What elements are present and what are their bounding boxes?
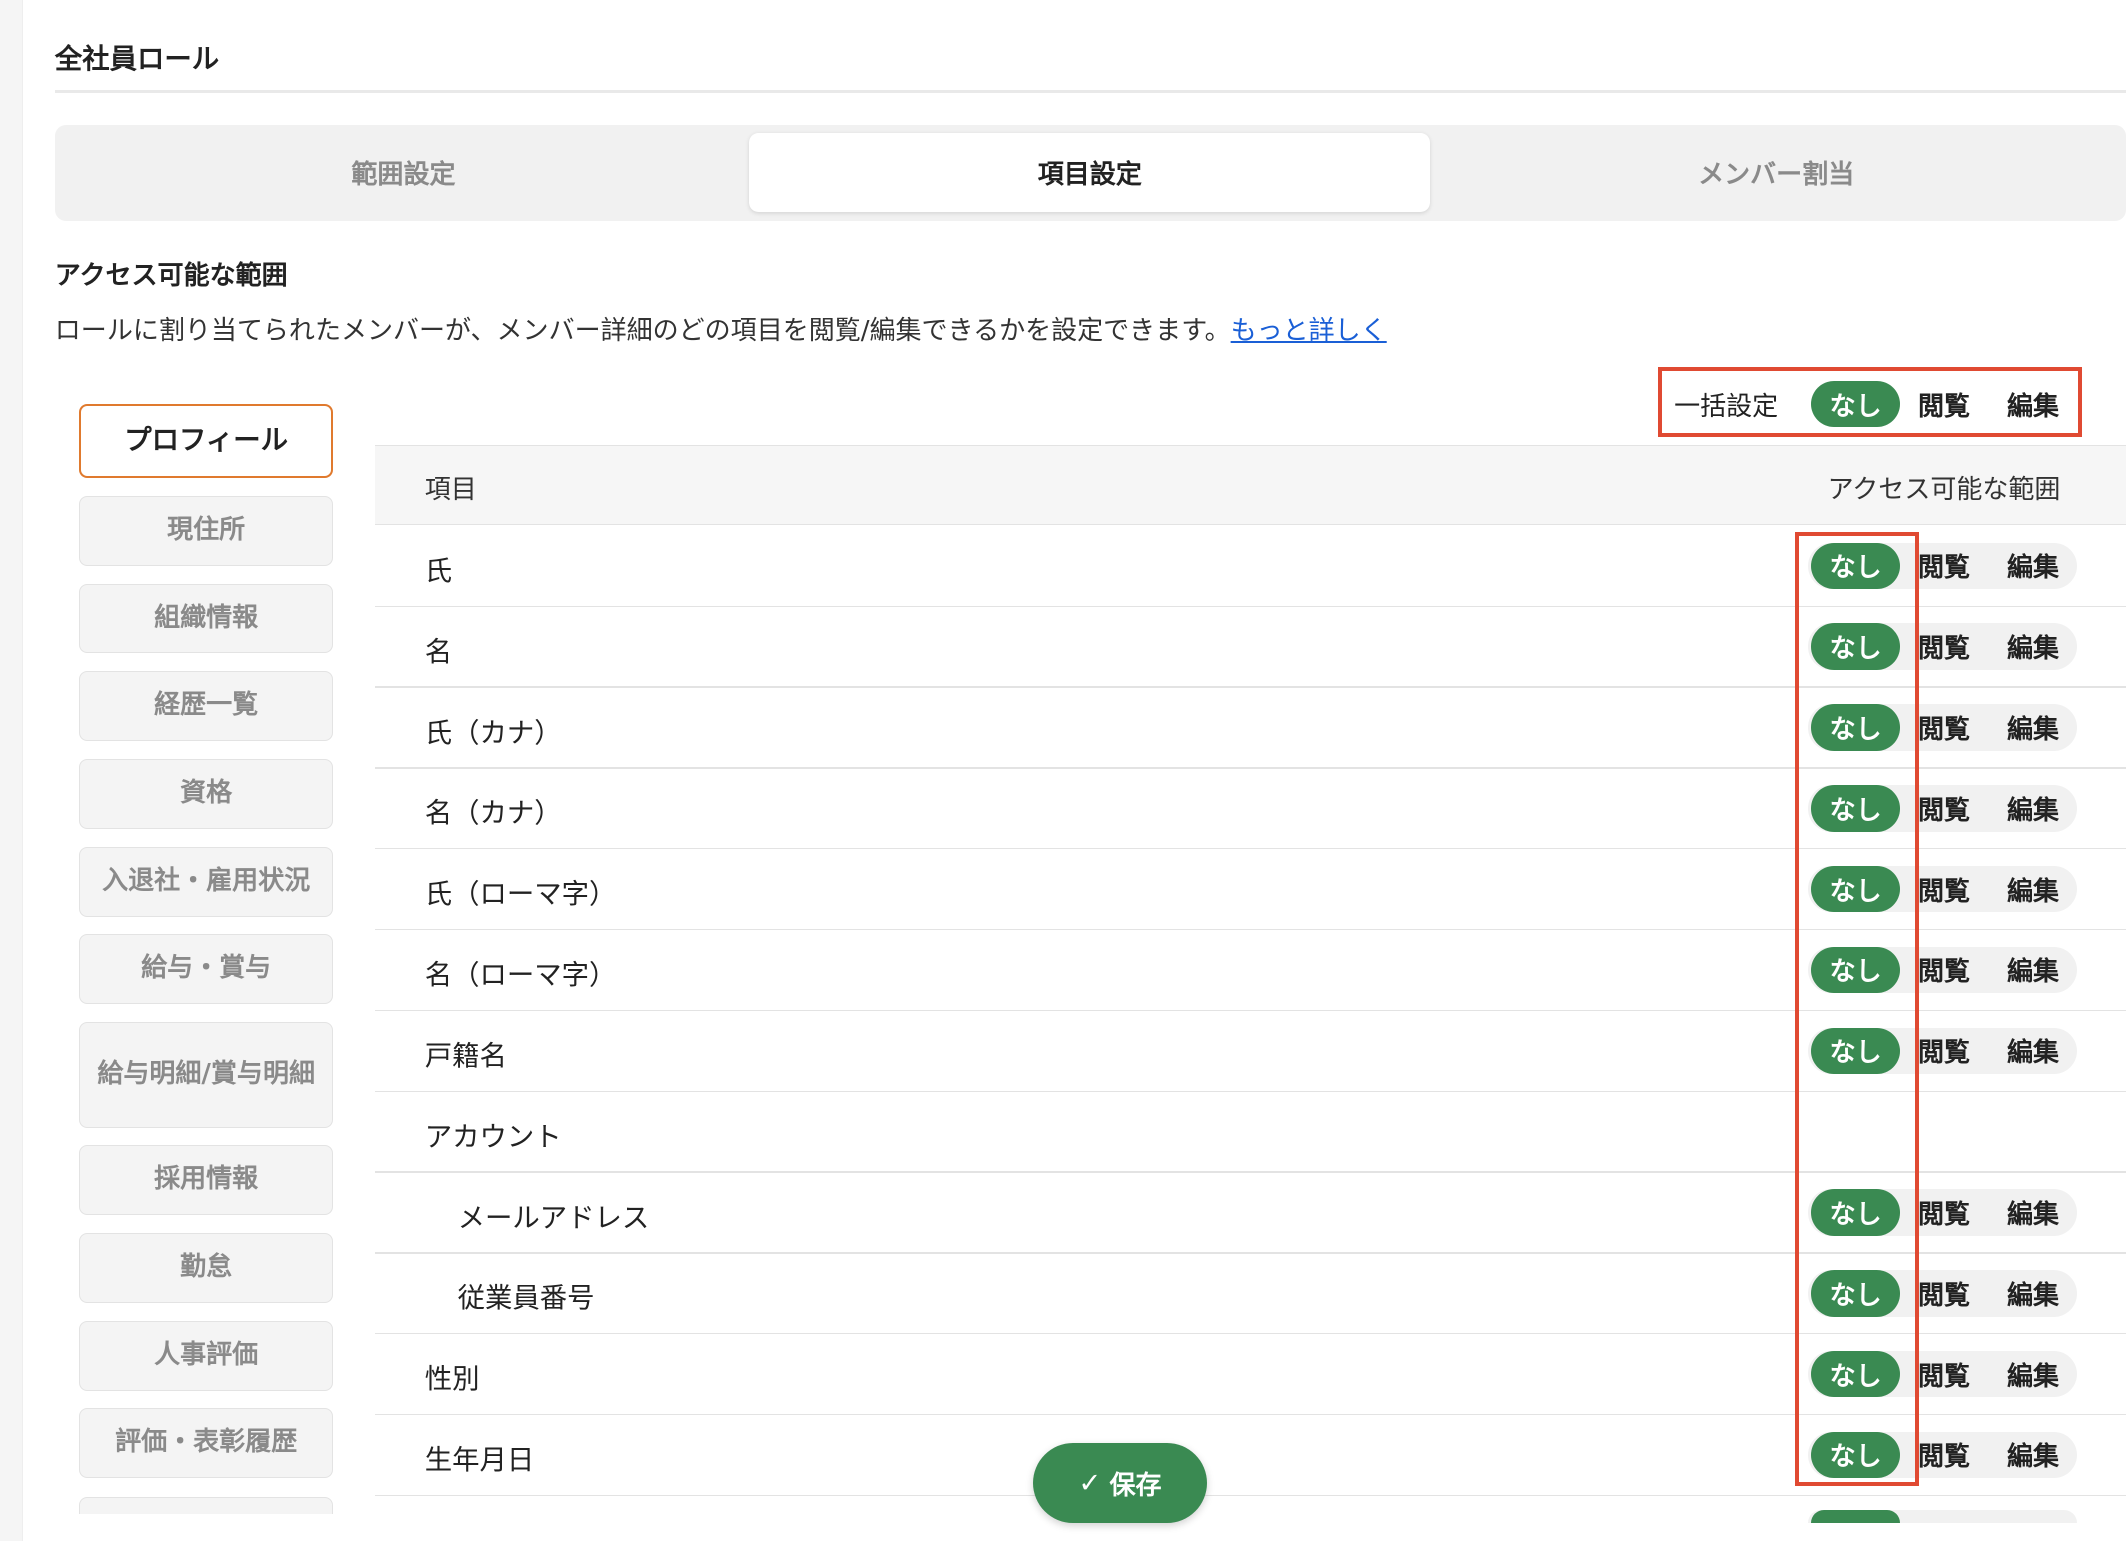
category-salary-bonus[interactable]: 給与・賞与 <box>79 934 333 1005</box>
access-option-edit[interactable]: 編集 <box>1989 1189 2077 1236</box>
access-option-edit[interactable]: 編集 <box>1989 704 2077 751</box>
column-header-item: 項目 <box>424 474 477 505</box>
learn-more-link[interactable]: もっと詳しく <box>1231 316 1387 346</box>
category-address[interactable]: 現住所 <box>79 495 333 566</box>
save-button[interactable]: ✓ 保存 <box>1032 1442 1207 1524</box>
access-option-edit[interactable]: 編集 <box>1989 866 2077 913</box>
table-row-label: メールアドレス <box>457 1202 650 1234</box>
table-row-label: アカウント <box>424 1121 562 1153</box>
category-payslips[interactable]: 給与明細/賞与明細 <box>79 1022 333 1128</box>
access-option-edit[interactable]: 編集 <box>1989 947 2077 994</box>
bulk-option-none[interactable]: なし <box>1811 380 1901 428</box>
next-row-pill-partial[interactable] <box>1811 1509 1901 1524</box>
save-label: 保存 <box>1109 1470 1162 1501</box>
access-option-edit[interactable]: 編集 <box>1989 785 2077 832</box>
table-row-label: 名（ローマ字） <box>424 960 617 992</box>
access-option-edit[interactable]: 編集 <box>1989 1028 2077 1075</box>
access-option-edit[interactable]: 編集 <box>1989 1270 2077 1317</box>
check-icon: ✓ <box>1078 1467 1102 1499</box>
category-profile[interactable]: プロフィール <box>79 404 333 479</box>
tab-item-settings[interactable]: 項目設定 <box>749 132 1431 213</box>
access-option-edit[interactable]: 編集 <box>1989 1432 2077 1479</box>
table-row-label: 氏（ローマ字） <box>424 879 617 911</box>
table-row-label: 従業員番号 <box>457 1283 595 1315</box>
category-awards-history[interactable]: 評価・表彰履歴 <box>79 1408 333 1479</box>
bulk-option-view[interactable]: 閲覧 <box>1900 381 1988 428</box>
access-option-edit[interactable]: 編集 <box>1989 623 2077 670</box>
table-row-label: 名 <box>424 636 453 668</box>
bulk-setting-label: 一括設定 <box>1674 392 1779 423</box>
tab-range-settings[interactable]: 範囲設定 <box>63 133 744 212</box>
bulk-option-edit[interactable]: 編集 <box>1989 381 2077 428</box>
left-edge <box>0 0 23 1542</box>
access-option-edit[interactable]: 編集 <box>1989 543 2077 590</box>
access-option-edit[interactable]: 編集 <box>1989 1351 2077 1398</box>
section-description: ロールに割り当てられたメンバーが、メンバー詳細のどの項目を閲覧/編集できるかを設… <box>55 310 1387 347</box>
description-text: ロールに割り当てられたメンバーが、メンバー詳細のどの項目を閲覧/編集できるかを設… <box>54 315 1231 346</box>
category-attendance[interactable]: 勤怠 <box>79 1233 333 1303</box>
category-next-partial[interactable] <box>79 1497 333 1514</box>
category-qualifications[interactable]: 資格 <box>79 758 333 829</box>
category-recruitment[interactable]: 採用情報 <box>79 1145 333 1216</box>
table-row-label: 氏（カナ） <box>424 717 562 749</box>
table-row-label: 名（カナ） <box>424 798 562 830</box>
category-employment-status[interactable]: 入退社・雇用状況 <box>79 846 333 917</box>
page-title: 全社員ロール <box>54 43 220 75</box>
row-divider <box>375 1494 2127 1497</box>
title-divider <box>54 90 2127 94</box>
tab-bar: 範囲設定 項目設定 メンバー割当 <box>54 124 2127 221</box>
category-career[interactable]: 経歴一覧 <box>79 671 333 742</box>
category-evaluation[interactable]: 人事評価 <box>79 1320 333 1391</box>
table-row-label: 性別 <box>424 1364 480 1396</box>
category-organization[interactable]: 組織情報 <box>79 583 333 654</box>
access-column-highlight <box>1794 531 1920 1487</box>
section-title: アクセス可能な範囲 <box>54 260 288 291</box>
table-row-label: 氏 <box>424 556 453 587</box>
column-header-range: アクセス可能な範囲 <box>1827 474 2061 505</box>
table-row-label: 戸籍名 <box>424 1040 507 1072</box>
app-root: 全社員ロール 範囲設定 項目設定 メンバー割当 アクセス可能な範囲 ロールに割り… <box>0 0 2127 1542</box>
table-row-label: 生年月日 <box>424 1445 535 1477</box>
tab-member-assignment[interactable]: メンバー割当 <box>1436 133 2117 212</box>
